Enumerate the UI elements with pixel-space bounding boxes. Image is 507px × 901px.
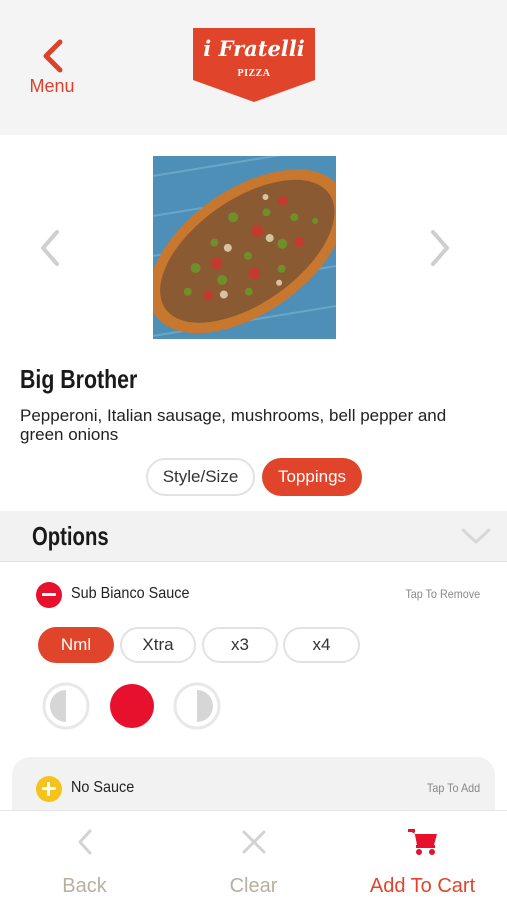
tab-toppings[interactable]: Toppings: [262, 458, 362, 496]
chevron-left-icon: [43, 39, 63, 73]
chevron-left-icon: [41, 230, 59, 266]
product-title: Big Brother: [20, 364, 138, 394]
bottom-action-bar: Back Clear Add To Cart: [0, 810, 507, 901]
amount-extra-button[interactable]: Xtra: [120, 627, 196, 663]
no-sauce-label: No Sauce: [71, 779, 135, 796]
close-icon: [242, 830, 265, 854]
menu-back-button[interactable]: Menu: [22, 38, 82, 108]
clear-button[interactable]: Clear: [169, 811, 338, 901]
sauce-name: Sub Bianco Sauce: [71, 585, 190, 602]
whole-circle-icon: [110, 684, 154, 728]
remove-circle-icon[interactable]: [36, 582, 62, 608]
menu-back-label: Menu: [29, 76, 75, 96]
previous-item-button[interactable]: [35, 228, 65, 268]
amount-normal-label: Nml: [60, 635, 92, 654]
logo-subtitle: PIZZA: [237, 68, 271, 79]
tap-to-remove-hint: Tap To Remove: [405, 587, 480, 601]
header-bar: Menu i Fratelli PIZZA: [0, 0, 507, 135]
tap-to-add-hint: Tap To Add: [426, 781, 480, 795]
add-circle-icon[interactable]: [36, 776, 62, 802]
amount-extra-label: Xtra: [142, 635, 174, 654]
options-title: Options: [32, 521, 109, 551]
pizza-photo: [153, 156, 336, 339]
back-button[interactable]: Back: [0, 811, 169, 901]
next-item-button[interactable]: [425, 228, 455, 268]
options-section-header[interactable]: Options: [0, 511, 507, 562]
cart-icon: [407, 829, 437, 855]
tab-style-size-label: Style/Size: [162, 467, 239, 486]
product-description: Pepperoni, Italian sausage, mushrooms, b…: [20, 406, 447, 444]
portion-right-half-button[interactable]: [173, 682, 221, 730]
add-to-cart-label: Add To Cart: [369, 875, 476, 897]
amount-triple-label: x3: [231, 635, 249, 654]
logo-name: i Fratelli: [203, 36, 305, 61]
chevron-left-icon: [78, 829, 91, 855]
portion-whole-button[interactable]: [108, 682, 156, 730]
amount-quadruple-label: x4: [312, 635, 331, 654]
chevron-down-icon[interactable]: [461, 527, 491, 545]
clear-label: Clear: [229, 875, 278, 897]
tab-style-size[interactable]: Style/Size: [146, 458, 255, 496]
chevron-right-icon: [431, 230, 449, 266]
back-label: Back: [62, 875, 107, 897]
brand-logo: i Fratelli PIZZA: [193, 28, 315, 102]
sauce-row-selected[interactable]: Sub Bianco Sauce Tap To Remove: [0, 576, 507, 616]
tab-toppings-label: Toppings: [277, 467, 347, 486]
amount-quadruple-button[interactable]: x4: [283, 627, 360, 663]
right-half-icon: [173, 682, 221, 730]
add-to-cart-button[interactable]: Add To Cart: [338, 811, 507, 901]
left-half-icon: [42, 682, 90, 730]
amount-triple-button[interactable]: x3: [202, 627, 278, 663]
amount-normal-button[interactable]: Nml: [38, 627, 114, 663]
portion-left-half-button[interactable]: [42, 682, 90, 730]
